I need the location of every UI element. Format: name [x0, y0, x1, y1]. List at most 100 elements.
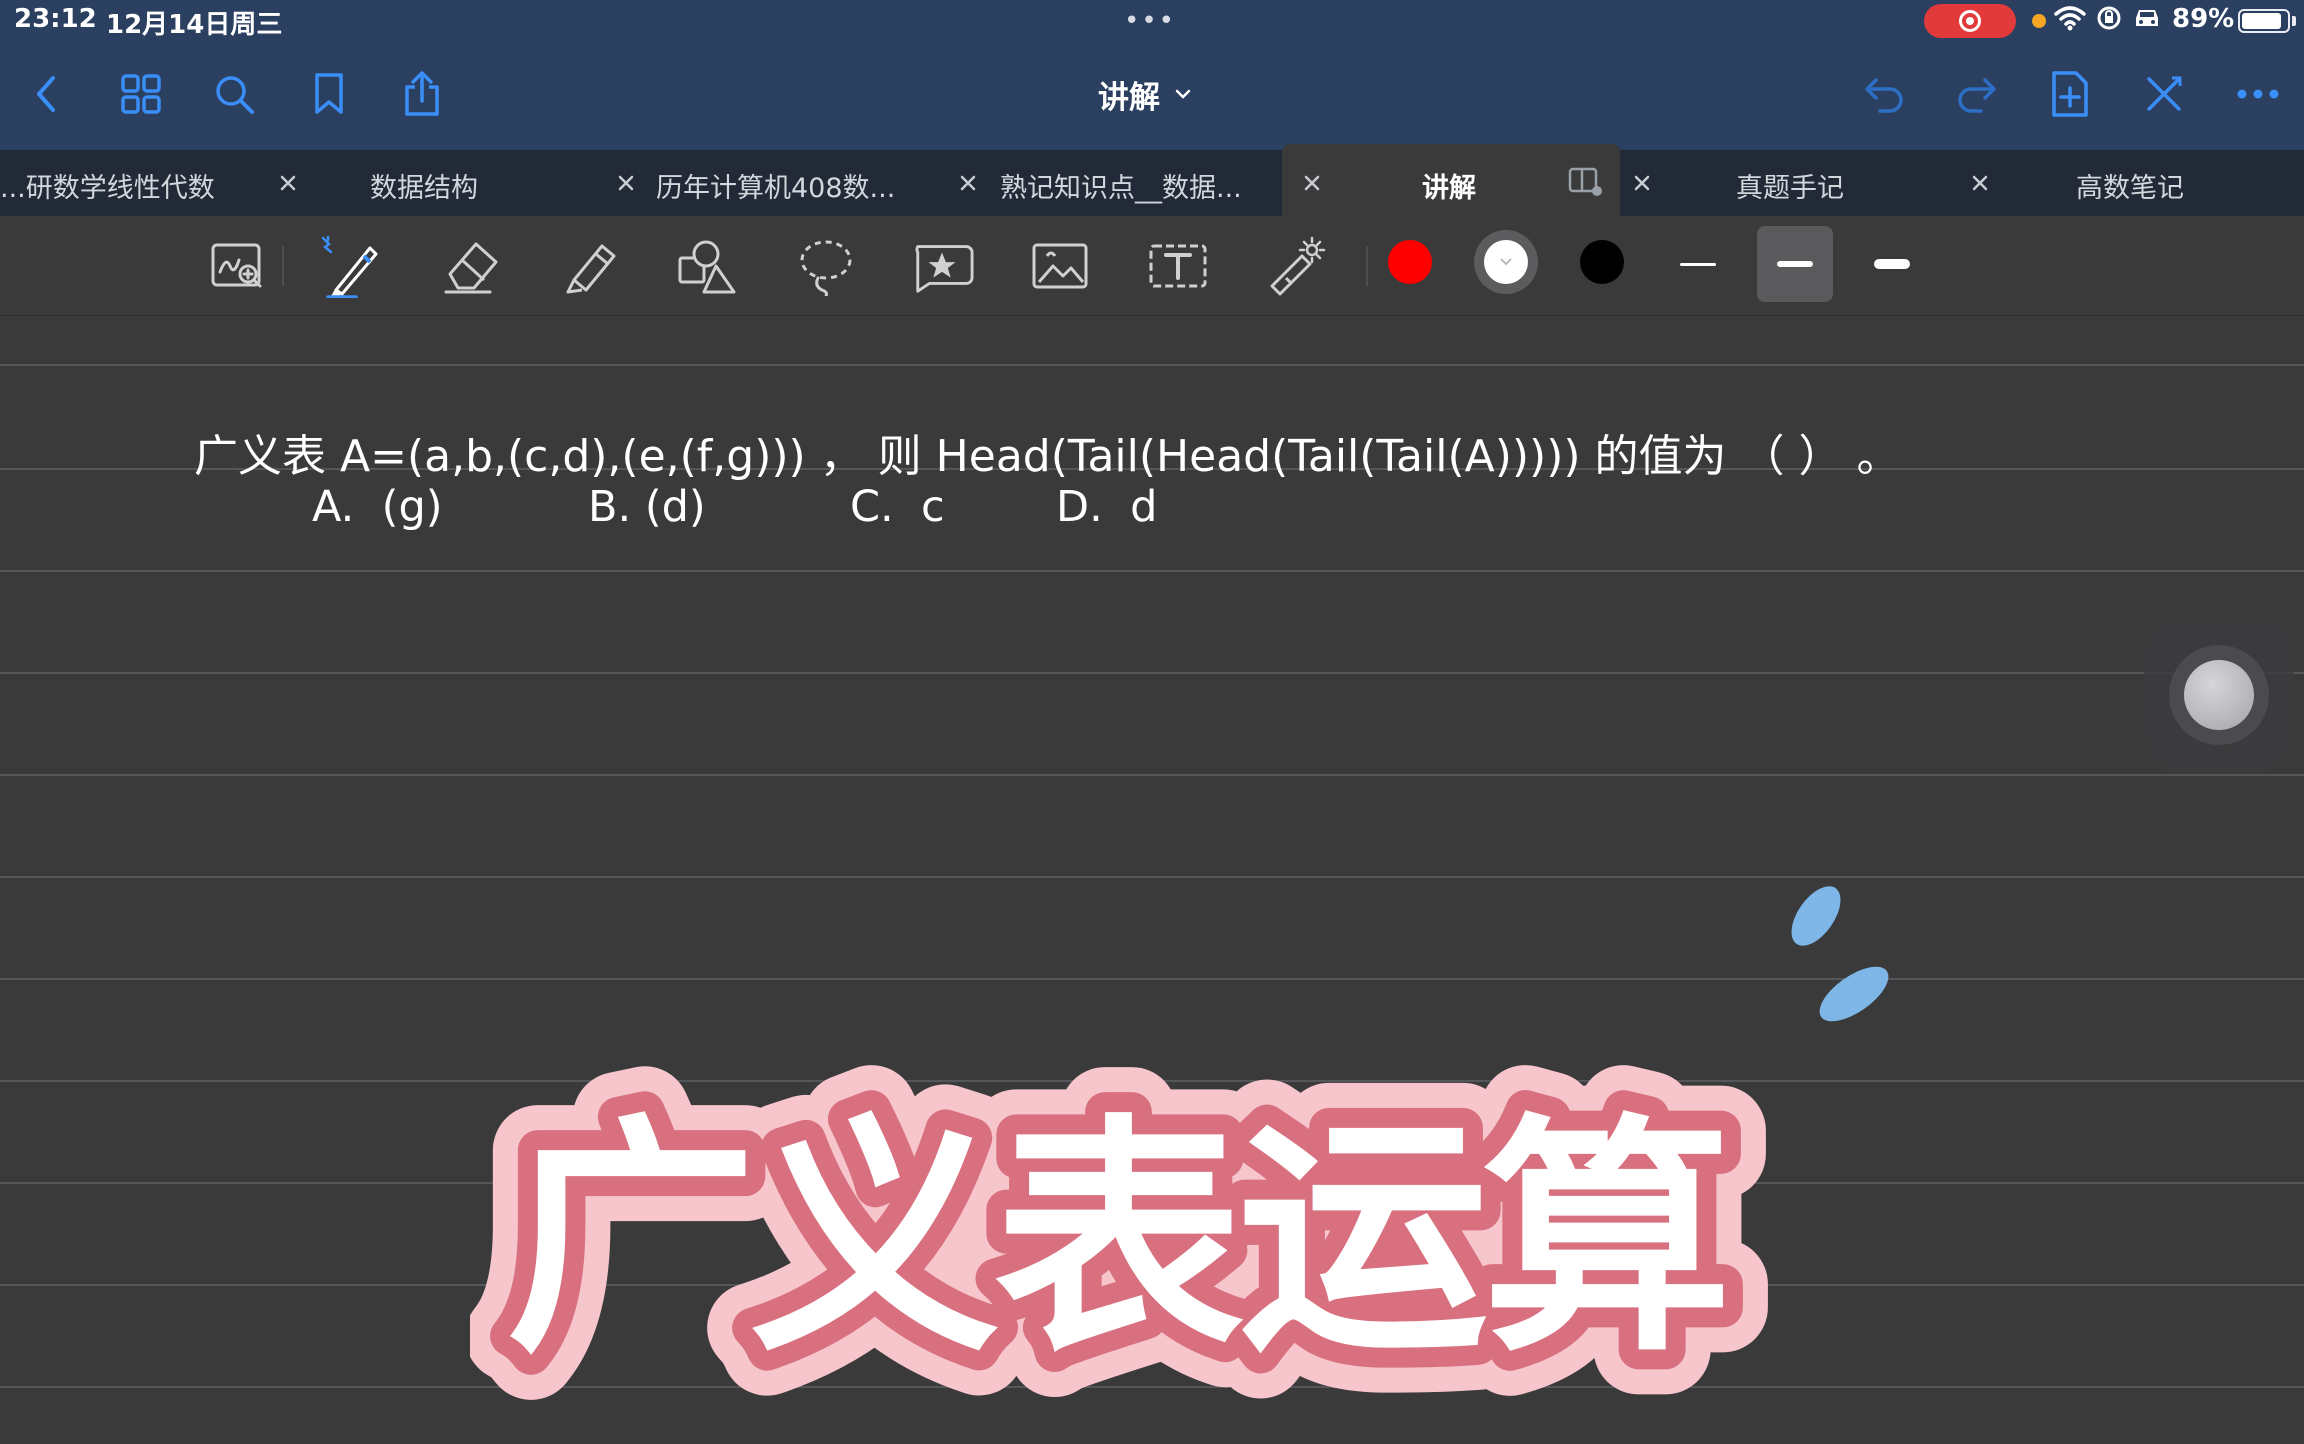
- tab-label: 高数笔记: [2076, 173, 2184, 204]
- chevron-down-icon: [1500, 258, 1512, 266]
- highlighter-icon: [566, 244, 616, 294]
- eraser-icon: [444, 242, 498, 294]
- split-view-icon: [1568, 167, 1602, 196]
- shapes-icon: [678, 240, 736, 294]
- note-page[interactable]: 广义表 A=(a,b,(c,d),(e,(f,g))) ， 则 Head(Tai…: [0, 316, 2304, 1444]
- shapes-tool-button[interactable]: [676, 234, 740, 298]
- eraser-tool-button[interactable]: [440, 234, 504, 298]
- pen-tool-button[interactable]: [320, 234, 384, 298]
- laser-pointer-tool-button[interactable]: [1264, 234, 1328, 298]
- share-button[interactable]: [398, 70, 446, 118]
- stroke-width-medium[interactable]: [1757, 226, 1833, 302]
- close-icon: [280, 175, 296, 191]
- back-button[interactable]: [22, 70, 70, 118]
- undo-icon: [1865, 78, 1903, 113]
- tab-5-active[interactable]: 讲解: [1282, 144, 1620, 216]
- sparkle-mark: [1819, 966, 1889, 1022]
- laser-pointer-icon: [1270, 236, 1326, 296]
- zoom-window-button[interactable]: [206, 234, 270, 298]
- option-a: A. (g): [312, 482, 443, 532]
- tab-label: 熟记知识点__数据...: [1000, 173, 1242, 204]
- highlighter-tool-button[interactable]: [558, 234, 622, 298]
- option-c: C. c: [850, 482, 945, 532]
- battery-level: [2242, 13, 2282, 29]
- lasso-icon: [800, 240, 852, 296]
- tab-close-button[interactable]: [1296, 167, 1328, 199]
- question-text: 广义表 A=(a,b,(c,d),(e,(f,g))) ， 则 Head(Tai…: [194, 431, 1901, 482]
- color-swatch-red[interactable]: [1388, 240, 1432, 284]
- sticker-text: 广义表运算: [506, 1094, 1726, 1385]
- zoom-window-icon: [211, 243, 262, 288]
- close-icon: [1972, 175, 1988, 191]
- sparkle-mark: [1791, 886, 1841, 946]
- color-swatch-white-selected[interactable]: [1474, 230, 1538, 294]
- share-icon: [405, 71, 439, 116]
- stroke-width-thick[interactable]: [1854, 226, 1930, 302]
- screen-recording-indicator[interactable]: [1924, 4, 2016, 38]
- stroke-width-thin[interactable]: [1660, 226, 1736, 302]
- tab-close-button[interactable]: [1626, 167, 1658, 199]
- search-icon: [216, 76, 254, 114]
- sticker-tool-button[interactable]: [910, 234, 974, 298]
- tab-3[interactable]: 历年计算机408数...: [656, 150, 1000, 216]
- battery-percent: 89%: [2172, 4, 2235, 34]
- tab-7[interactable]: 高数笔记: [1962, 150, 2304, 216]
- image-icon: [1032, 243, 1088, 289]
- tab-close-button[interactable]: [952, 167, 984, 199]
- tab-6[interactable]: 真题手记: [1620, 150, 1962, 216]
- tab-label: 历年计算机408数...: [656, 173, 896, 204]
- color-swatch-black[interactable]: [1580, 240, 1624, 284]
- text-tool-button[interactable]: [1146, 234, 1210, 298]
- image-tool-button[interactable]: [1028, 234, 1092, 298]
- document-title-button[interactable]: 讲解: [1098, 70, 1192, 118]
- back-icon: [37, 76, 55, 112]
- car-icon: [2136, 10, 2158, 26]
- close-edit-button[interactable]: [2140, 70, 2188, 118]
- bookmark-icon: [315, 73, 343, 114]
- more-icon: [2237, 89, 2279, 99]
- close-icon: [618, 175, 634, 191]
- mic-in-use-dot: [2032, 14, 2046, 28]
- tab-1[interactable]: 研数学线性代数...: [0, 150, 320, 216]
- split-view-button[interactable]: [1568, 166, 1604, 205]
- close-edit-icon: [2147, 76, 2182, 111]
- tab-label: 讲解: [1422, 173, 1476, 204]
- top-bar: 23:12 12月14日周三 ••• 89% 讲解: [0, 0, 2304, 150]
- undo-button[interactable]: [1860, 70, 1908, 118]
- grid-icon: [121, 74, 161, 114]
- document-title: 讲解: [1098, 79, 1160, 116]
- status-icons: [2054, 4, 2162, 32]
- lasso-tool-button[interactable]: [794, 234, 858, 298]
- title-sticker[interactable]: 广义表运算 广义表运算 广义表运算: [348, 766, 1910, 1444]
- tab-close-button[interactable]: [1964, 167, 1996, 199]
- tab-close-button[interactable]: [272, 167, 304, 199]
- sticker-icon: [915, 245, 974, 293]
- close-icon: [1304, 175, 1320, 191]
- text-icon: [1149, 244, 1207, 288]
- more-button[interactable]: [2234, 70, 2282, 118]
- sparkle-mark: [417, 816, 463, 876]
- redo-button[interactable]: [1953, 70, 2001, 118]
- option-d: D. d: [1056, 482, 1158, 532]
- assistive-touch-button[interactable]: [2144, 620, 2294, 770]
- wifi-icon: [2054, 6, 2086, 31]
- search-button[interactable]: [210, 70, 258, 118]
- tab-label: 真题手记: [1736, 173, 1844, 204]
- tab-close-button[interactable]: [610, 167, 642, 199]
- tab-2[interactable]: 数据结构: [320, 150, 660, 216]
- option-b: B. (d): [588, 482, 706, 532]
- add-page-button[interactable]: [2046, 70, 2094, 118]
- document-tabs: 研数学线性代数... 数据结构 历年计算机408数... 熟记知识点__数据..…: [0, 144, 2304, 216]
- close-icon: [1634, 175, 1650, 191]
- battery-icon: [2238, 9, 2290, 33]
- bookmark-button[interactable]: [305, 70, 353, 118]
- tab-4[interactable]: 熟记知识点__数据...: [1000, 150, 1282, 216]
- chevron-down-icon: [1175, 89, 1191, 99]
- title-sticker-graphic: 广义表运算 广义表运算 广义表运算: [348, 816, 1889, 1430]
- tab-label: 研数学线性代数...: [0, 173, 215, 204]
- orientation-lock-icon: [2097, 6, 2121, 30]
- thumbnails-button[interactable]: [117, 70, 165, 118]
- add-page-icon: [2052, 71, 2088, 117]
- multitask-dots[interactable]: •••: [1124, 6, 1176, 36]
- redo-icon: [1958, 78, 1996, 113]
